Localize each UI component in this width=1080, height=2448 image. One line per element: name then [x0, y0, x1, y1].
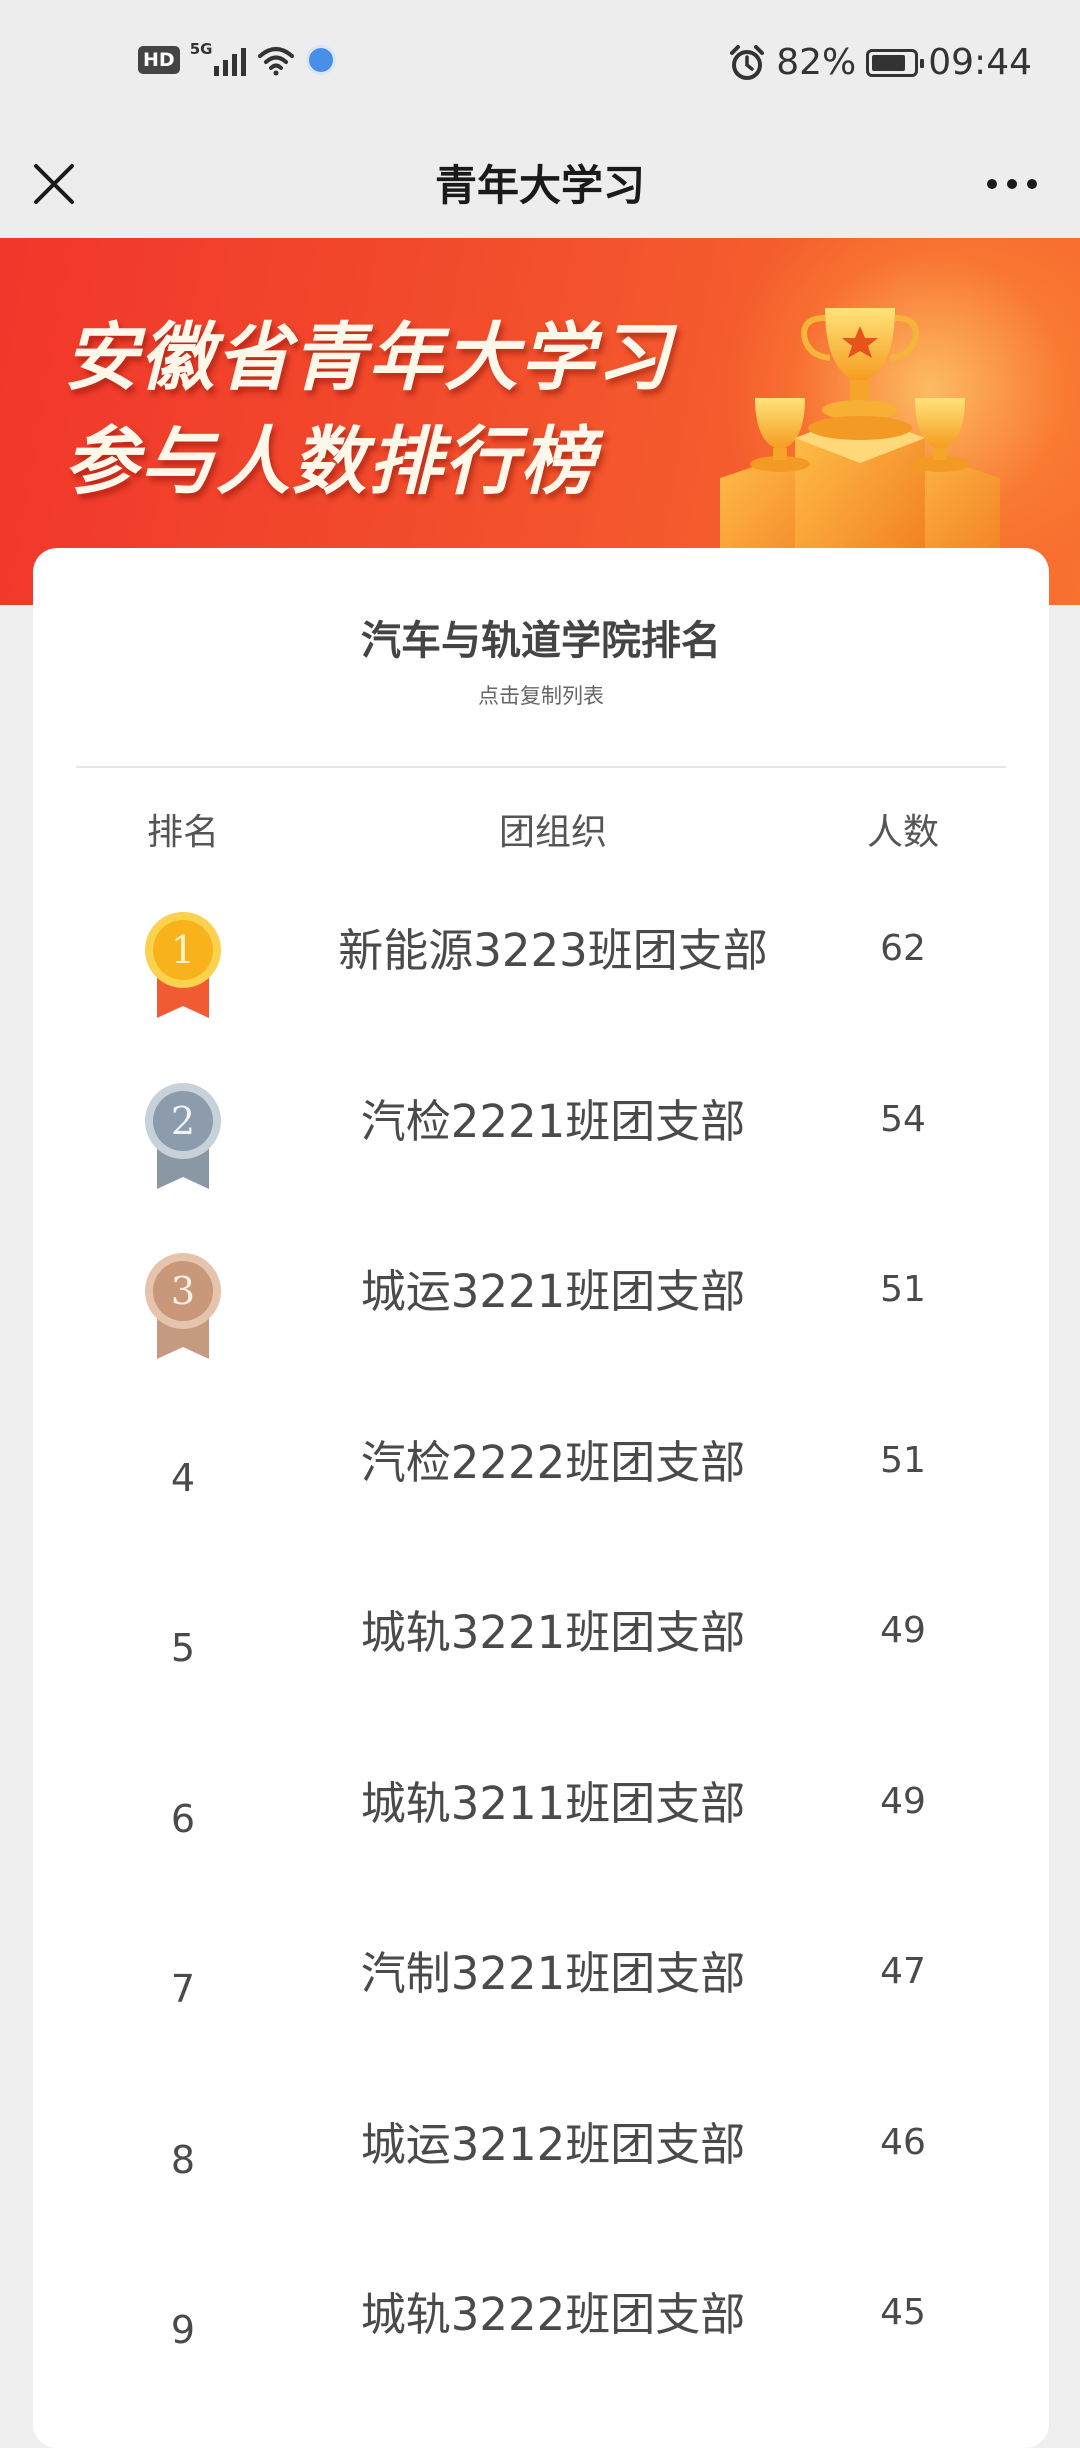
- rank-cell: 1: [93, 910, 273, 1030]
- rank-cell: 4: [93, 1422, 273, 1542]
- org-name: 汽检2221班团支部: [360, 1094, 746, 1148]
- globe-icon: [306, 45, 337, 75]
- participant-count: 49: [880, 1780, 926, 1822]
- ranking-row: 4 汽检2222班团支部 51: [33, 1422, 1049, 1592]
- signal-icon: [214, 44, 247, 76]
- bronze-medal-icon: 3: [145, 1253, 221, 1359]
- more-button[interactable]: [982, 152, 1042, 216]
- ranking-row: 7 汽制3221班团支部 47: [33, 1933, 1049, 2103]
- org-name: 新能源3223班团支部: [338, 924, 768, 977]
- battery-percent: 82%: [776, 42, 857, 83]
- header-rank: 排名: [146, 812, 219, 853]
- participant-count: 54: [880, 1098, 926, 1140]
- org-name: 汽检2222班团支部: [360, 1435, 746, 1489]
- divider: [76, 766, 1006, 768]
- participant-count: 51: [880, 1269, 926, 1310]
- ranking-row: 6 城轨3211班团支部 49: [33, 1763, 1049, 1933]
- ranking-row: 8 城运3212班团支部 46: [33, 2104, 1049, 2274]
- rank-number: 9: [170, 2308, 196, 2352]
- participant-count: 62: [880, 928, 926, 969]
- participant-count: 46: [880, 2121, 926, 2163]
- org-name: 城轨3211班团支部: [360, 1776, 746, 1830]
- rank-number: 7: [170, 1967, 196, 2011]
- rank-number: 4: [170, 1455, 196, 1500]
- silver-medal-icon: 2: [145, 1082, 221, 1189]
- copy-list-link[interactable]: 点击复制列表: [33, 680, 1049, 710]
- rank-cell: 8: [93, 2104, 273, 2224]
- rank-cell: 2: [93, 1081, 273, 1201]
- battery-icon: [866, 48, 925, 77]
- participant-count: 47: [880, 1951, 926, 1992]
- more-icon: [987, 179, 1037, 189]
- ranking-row: 2 汽检2221班团支部 54: [33, 1081, 1049, 1251]
- org-name: 城轨3221班团支部: [360, 1606, 746, 1659]
- title-bar: 青年大学习: [0, 130, 1080, 238]
- participant-count: 51: [880, 1439, 926, 1481]
- hd-badge: HD: [138, 46, 180, 74]
- status-left: HD 5G: [138, 40, 337, 76]
- medal-rank-number: 3: [171, 1269, 195, 1313]
- rank-number: 8: [170, 2137, 196, 2182]
- header-count: 人数: [866, 812, 939, 853]
- medal-rank-number: 2: [171, 1099, 195, 1143]
- status-bar: HD 5G 82% 09:44: [0, 0, 1080, 130]
- network-type: 5G: [189, 40, 213, 58]
- page-title: 青年大学习: [434, 161, 645, 210]
- ranking-row: 9 城轨3222班团支部 45: [33, 2274, 1049, 2444]
- wifi-icon: [258, 47, 295, 76]
- rank-number: 5: [170, 1626, 196, 1670]
- clock-time: 09:44: [928, 42, 1032, 83]
- gold-medal-icon: 1: [145, 912, 221, 1018]
- participant-count: 45: [880, 2292, 926, 2333]
- participant-count: 49: [880, 1610, 926, 1651]
- ranking-card: 汽车与轨道学院排名 点击复制列表 排名 团组织 人数 1 新能源3223班团支部 6…: [33, 548, 1049, 2448]
- rank-cell: 6: [93, 1763, 273, 1883]
- college-title: 汽车与轨道学院排名: [361, 618, 721, 664]
- rank-number: 6: [170, 1796, 196, 1841]
- rank-cell: 5: [93, 1592, 273, 1712]
- ranking-row: 3 城运3221班团支部 51: [33, 1251, 1049, 1421]
- header-org: 团组织: [498, 812, 607, 853]
- banner-title-line1: 安徽省青年大学习: [64, 315, 672, 401]
- status-right: 82% 09:44: [728, 42, 1032, 83]
- org-name: 城轨3222班团支部: [360, 2288, 746, 2341]
- ranking-row: 5 城轨3221班团支部 49: [33, 1592, 1049, 1762]
- rank-cell: 9: [93, 2274, 273, 2394]
- rank-cell: 7: [93, 1933, 273, 2053]
- ranking-row: 1 新能源3223班团支部 62: [33, 910, 1049, 1080]
- medal-rank-number: 1: [171, 928, 195, 972]
- org-name: 城运3221班团支部: [360, 1265, 746, 1318]
- banner-title-line2: 参与人数排行榜: [64, 419, 596, 505]
- org-name: 城运3212班团支部: [360, 2117, 746, 2171]
- rank-cell: 3: [93, 1251, 273, 1371]
- alarm-icon: [730, 44, 765, 80]
- org-name: 汽制3221班团支部: [360, 1947, 746, 2000]
